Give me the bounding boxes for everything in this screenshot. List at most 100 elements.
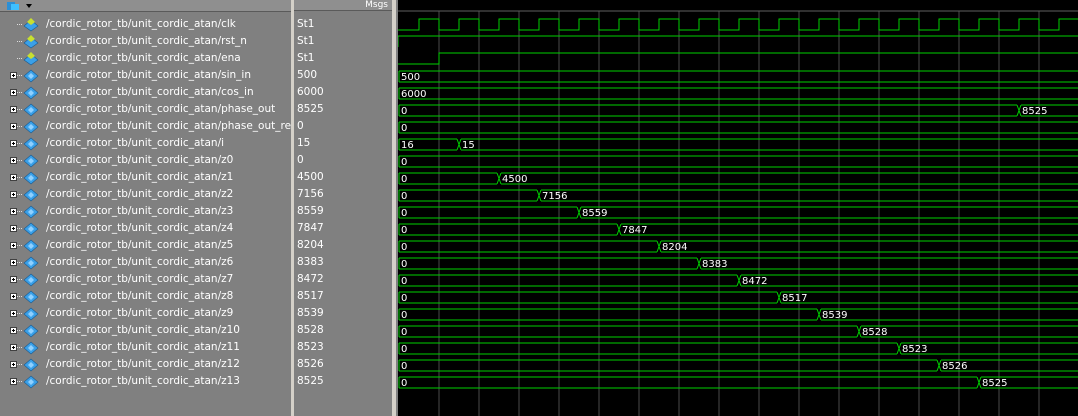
signal-row[interactable]: /cordic_rotor_tb/unit_cordic_atan/i xyxy=(0,135,291,152)
signal-row[interactable]: /cordic_rotor_tb/unit_cordic_atan/z0 xyxy=(0,152,291,169)
bus-value-label: 16 xyxy=(401,140,414,151)
signal-value-row[interactable]: 8559 xyxy=(294,203,392,220)
expand-icon[interactable] xyxy=(10,310,17,317)
signal-value-row[interactable]: 8525 xyxy=(294,101,392,118)
signal-value-row[interactable]: 7847 xyxy=(294,220,392,237)
signal-row[interactable]: /cordic_rotor_tb/unit_cordic_atan/phase_… xyxy=(0,118,291,135)
bus-value-label: 0 xyxy=(401,123,407,134)
signal-row[interactable]: /cordic_rotor_tb/unit_cordic_atan/z2 xyxy=(0,186,291,203)
bus-transition xyxy=(816,308,822,321)
expand-icon[interactable] xyxy=(10,259,17,266)
signal-value-row[interactable]: 7156 xyxy=(294,186,392,203)
waveform-canvas[interactable]: 500 6000 0 8525 0 16 15 0 0 4500 0 7156 0 8559 0 7847 0 8… xyxy=(398,0,1078,416)
names-header[interactable] xyxy=(0,0,291,12)
signal-value: 500 xyxy=(297,69,318,81)
signal-row[interactable]: /cordic_rotor_tb/unit_cordic_atan/phase_… xyxy=(0,101,291,118)
expand-icon[interactable] xyxy=(10,89,17,96)
signal-bit-icon xyxy=(23,35,39,49)
signal-row[interactable]: /cordic_rotor_tb/unit_cordic_atan/z4 xyxy=(0,220,291,237)
signal-value: 8517 xyxy=(297,290,324,302)
expand-icon[interactable] xyxy=(10,361,17,368)
signal-bus-icon xyxy=(23,171,39,185)
expand-icon[interactable] xyxy=(10,378,17,385)
signal-bus-icon xyxy=(23,205,39,219)
bus-value-label: 8528 xyxy=(862,327,887,338)
signal-value-row[interactable]: 4500 xyxy=(294,169,392,186)
rst-n-waveform xyxy=(398,35,1078,47)
bus-value-label: 0 xyxy=(401,174,407,185)
signal-row[interactable]: /cordic_rotor_tb/unit_cordic_atan/z11 xyxy=(0,339,291,356)
bus-value-label: 0 xyxy=(401,225,407,236)
expand-icon[interactable] xyxy=(10,242,17,249)
signal-value-row[interactable]: 8383 xyxy=(294,254,392,271)
bus-value-label: 0 xyxy=(401,344,407,355)
signal-row[interactable]: /cordic_rotor_tb/unit_cordic_atan/z3 xyxy=(0,203,291,220)
signal-row[interactable]: /cordic_rotor_tb/unit_cordic_atan/ena xyxy=(0,50,291,67)
bus-segment xyxy=(399,121,1078,134)
signal-row[interactable]: /cordic_rotor_tb/unit_cordic_atan/sin_in xyxy=(0,67,291,84)
bus-segment xyxy=(399,342,897,355)
signal-value-row[interactable]: 8204 xyxy=(294,237,392,254)
signal-value-row[interactable]: St1 xyxy=(294,50,392,67)
expand-icon[interactable] xyxy=(10,157,17,164)
signal-row[interactable]: /cordic_rotor_tb/unit_cordic_atan/clk xyxy=(0,16,291,33)
expand-icon[interactable] xyxy=(10,123,17,130)
signal-values-pane[interactable]: Msgs St1 St1 St1 500 6000 8525 0 15 0 4500 7156 855… xyxy=(294,0,392,416)
bus-value-label: 0 xyxy=(401,310,407,321)
signal-row[interactable]: /cordic_rotor_tb/unit_cordic_atan/z7 xyxy=(0,271,291,288)
signal-value-row[interactable]: 8472 xyxy=(294,271,392,288)
signal-value-row[interactable]: St1 xyxy=(294,16,392,33)
waveform-pane[interactable]: 500 6000 0 8525 0 16 15 0 0 4500 0 7156 0 8559 0 7847 0 8… xyxy=(398,0,1078,416)
signal-value-row[interactable]: 0 xyxy=(294,118,392,135)
signal-value: 7156 xyxy=(297,188,324,200)
bus-segment xyxy=(399,359,937,372)
signal-value-row[interactable]: 8539 xyxy=(294,305,392,322)
expand-icon[interactable] xyxy=(10,174,17,181)
signal-value-row[interactable]: 500 xyxy=(294,67,392,84)
expand-icon[interactable] xyxy=(10,208,17,215)
signal-value-row[interactable]: St1 xyxy=(294,33,392,50)
signal-value-row[interactable]: 8523 xyxy=(294,339,392,356)
signal-value-row[interactable]: 8517 xyxy=(294,288,392,305)
expand-icon[interactable] xyxy=(10,344,17,351)
signal-value-row[interactable]: 0 xyxy=(294,152,392,169)
expand-icon[interactable] xyxy=(10,327,17,334)
signal-value-row[interactable]: 8525 xyxy=(294,373,392,390)
signal-row[interactable]: /cordic_rotor_tb/unit_cordic_atan/cos_in xyxy=(0,84,291,101)
expand-icon[interactable] xyxy=(10,225,17,232)
bus-segment xyxy=(399,189,537,202)
signal-row[interactable]: /cordic_rotor_tb/unit_cordic_atan/z6 xyxy=(0,254,291,271)
signal-row[interactable]: /cordic_rotor_tb/unit_cordic_atan/z5 xyxy=(0,237,291,254)
signal-row[interactable]: /cordic_rotor_tb/unit_cordic_atan/z13 xyxy=(0,373,291,390)
bus-value-label: 8383 xyxy=(702,259,727,270)
signal-name: /cordic_rotor_tb/unit_cordic_atan/ena xyxy=(46,52,241,64)
signal-value: 8383 xyxy=(297,256,324,268)
signal-row[interactable]: /cordic_rotor_tb/unit_cordic_atan/z1 xyxy=(0,169,291,186)
signal-value-row[interactable]: 15 xyxy=(294,135,392,152)
wave-group-icon[interactable] xyxy=(6,1,36,11)
expand-icon[interactable] xyxy=(10,293,17,300)
signal-row[interactable]: /cordic_rotor_tb/unit_cordic_atan/z8 xyxy=(0,288,291,305)
signal-value-row[interactable]: 6000 xyxy=(294,84,392,101)
signal-row[interactable]: /cordic_rotor_tb/unit_cordic_atan/z9 xyxy=(0,305,291,322)
bus-segment xyxy=(399,291,777,304)
signal-names-pane[interactable]: /cordic_rotor_tb/unit_cordic_atan/clk/co… xyxy=(0,0,291,416)
expand-icon[interactable] xyxy=(10,72,17,79)
signal-bus-icon xyxy=(23,86,39,100)
bus-value-label: 8526 xyxy=(942,361,967,372)
signal-value-row[interactable]: 8526 xyxy=(294,356,392,373)
expand-icon[interactable] xyxy=(10,106,17,113)
signal-row[interactable]: /cordic_rotor_tb/unit_cordic_atan/z10 xyxy=(0,322,291,339)
expand-icon[interactable] xyxy=(10,276,17,283)
signal-value: 0 xyxy=(297,154,304,166)
bus-transition xyxy=(496,172,502,185)
bus-segment xyxy=(399,240,657,253)
signal-row[interactable]: /cordic_rotor_tb/unit_cordic_atan/z12 xyxy=(0,356,291,373)
expand-icon[interactable] xyxy=(10,140,17,147)
bus-segment xyxy=(581,206,1078,219)
signal-value-row[interactable]: 8528 xyxy=(294,322,392,339)
signal-value: 7847 xyxy=(297,222,324,234)
expand-icon[interactable] xyxy=(10,191,17,198)
bus-transition xyxy=(576,206,582,219)
signal-row[interactable]: /cordic_rotor_tb/unit_cordic_atan/rst_n xyxy=(0,33,291,50)
